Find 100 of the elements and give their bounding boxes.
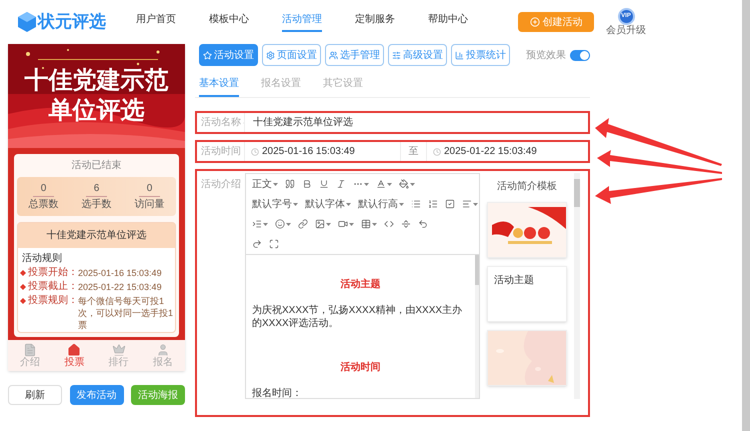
users-icon <box>329 50 338 60</box>
table-icon <box>361 219 371 229</box>
underline-icon <box>319 179 329 189</box>
banner-title: 十佳党建示范 <box>24 66 168 96</box>
scrollbar[interactable] <box>475 255 479 398</box>
indent-icon <box>252 219 262 229</box>
tab-bar-item[interactable]: 介绍 <box>20 343 40 368</box>
toolbar-dropdown[interactable]: 默认字号 <box>250 196 300 212</box>
diamond-icon <box>20 284 26 290</box>
stat-value: 0 <box>138 181 160 197</box>
toolbar-dropdown[interactable]: 默认字体 <box>303 196 353 212</box>
crown-icon <box>112 343 126 357</box>
diamond-icon <box>20 270 26 276</box>
caret-icon <box>349 222 354 226</box>
content-paragraph: 为庆祝XXXX节，弘扬XXXX精神，由XXXX主办的XXXX评选活动。 <box>252 304 464 330</box>
font-color-icon <box>376 179 386 189</box>
caret-icon <box>293 202 298 206</box>
align-icon <box>462 199 472 209</box>
nav-link[interactable]: 定制服务 <box>355 12 395 32</box>
template-text: 活动主题 <box>493 274 535 288</box>
emoji-icon <box>275 219 285 229</box>
rule-label: 投票规则： <box>28 295 78 308</box>
plus-icon <box>530 17 540 27</box>
stat-value: 0 <box>32 181 54 197</box>
checklist-icon <box>445 199 455 209</box>
caret-icon <box>326 222 331 226</box>
editor-content[interactable]: 活动主题 为庆祝XXXX节，弘扬XXXX精神，由XXXX主办的XXXX评选活动。 活动时间 报名时间： <box>246 255 475 398</box>
caret-icon <box>346 202 351 206</box>
video-icon <box>338 219 348 229</box>
sub-tab[interactable]: 报名设置 <box>261 76 301 97</box>
settings-tab[interactable]: 高级设置 <box>388 44 447 66</box>
toggle-label: 预览效果 <box>526 48 566 62</box>
home-icon <box>67 343 82 357</box>
panel-title: 活动简介模板 <box>497 180 557 194</box>
rule-label: 投票截止： <box>28 281 78 293</box>
sub-tab[interactable]: 基本设置 <box>199 76 239 97</box>
caret-icon <box>372 222 377 226</box>
field-label: 活动名称 <box>201 116 241 130</box>
gear-icon <box>266 50 275 60</box>
document-icon <box>23 343 38 357</box>
toolbar-dropdown[interactable]: 正文 <box>250 176 280 192</box>
toolbar-dropdown[interactable]: 默认行高 <box>356 196 406 212</box>
preview-toggle[interactable] <box>570 50 590 60</box>
caret-icon <box>263 222 268 226</box>
rule-value: 每个微信号每天可投1次，可以对同一选手投1票 <box>78 295 173 331</box>
divider-icon <box>401 219 411 229</box>
logo-text: 状元评选 <box>38 11 106 34</box>
nav-link[interactable]: 活动管理 <box>282 12 322 32</box>
action-button[interactable]: 刷新 <box>8 385 62 405</box>
caret-icon <box>410 182 415 186</box>
person-icon <box>156 343 170 357</box>
caret-icon <box>399 202 404 206</box>
bar-chart-icon <box>455 50 464 60</box>
caret-icon <box>286 222 291 226</box>
nav-link[interactable]: 用户首页 <box>136 12 176 32</box>
undo-icon <box>418 219 428 229</box>
nav-link[interactable]: 帮助中心 <box>428 12 468 32</box>
redo-icon <box>252 239 262 249</box>
scrollbar[interactable] <box>574 173 580 399</box>
range-separator: 至 <box>400 142 427 161</box>
template-card[interactable]: 活动主题 <box>487 266 567 322</box>
sliders-icon <box>392 50 401 60</box>
status-text: 活动已结束 <box>70 158 122 173</box>
banner-title: 单位评选 <box>48 96 144 126</box>
nav-link[interactable]: 模板中心 <box>209 12 249 32</box>
create-button[interactable]: 创建活动 <box>518 12 594 32</box>
numbered-list-icon <box>428 199 438 209</box>
rule-value: 2025-01-22 15:03:49 <box>78 281 162 293</box>
content-heading: 活动主题 <box>340 277 382 292</box>
star-icon <box>203 50 212 60</box>
settings-tab[interactable]: 选手管理 <box>325 44 384 66</box>
action-button[interactable]: 活动海报 <box>131 385 185 405</box>
stat-value: 6 <box>86 181 108 197</box>
settings-tab[interactable]: 活动设置 <box>199 44 258 66</box>
start-time-field[interactable]: 2025-01-16 15:03:49 <box>245 144 400 159</box>
sub-tab[interactable]: 其它设置 <box>323 76 363 97</box>
fullscreen-icon <box>269 239 279 249</box>
code-icon <box>384 219 394 229</box>
tab-bar-item[interactable]: 投票 <box>64 343 84 368</box>
cube-logo-icon <box>18 12 36 32</box>
caret-icon <box>473 202 478 206</box>
bold-icon <box>302 179 312 189</box>
settings-tab[interactable]: 投票统计 <box>451 44 510 66</box>
quote-icon <box>285 179 295 189</box>
field-label: 活动介绍 <box>200 178 242 192</box>
tab-bar-item[interactable]: 报名 <box>152 343 173 368</box>
tab-bar-item[interactable]: 排行 <box>108 343 129 368</box>
page-scrollbar[interactable] <box>742 0 750 431</box>
rules-title: 活动规则 <box>21 252 63 266</box>
stat-label: 总票数 <box>28 198 58 212</box>
action-button[interactable]: 发布活动 <box>70 385 124 405</box>
content-heading: 活动时间 <box>340 360 382 375</box>
stat-label: 访问量 <box>134 198 164 212</box>
end-time-field[interactable]: 2025-01-22 15:03:49 <box>427 144 588 159</box>
vip-label: 会员升级 <box>606 24 646 36</box>
caret-icon <box>273 182 278 186</box>
settings-tab[interactable]: 页面设置 <box>262 44 321 66</box>
rule-label: 投票开始： <box>28 267 78 279</box>
activity-title: 十佳党建示范单位评选 <box>18 223 175 248</box>
diamond-icon <box>20 298 26 304</box>
